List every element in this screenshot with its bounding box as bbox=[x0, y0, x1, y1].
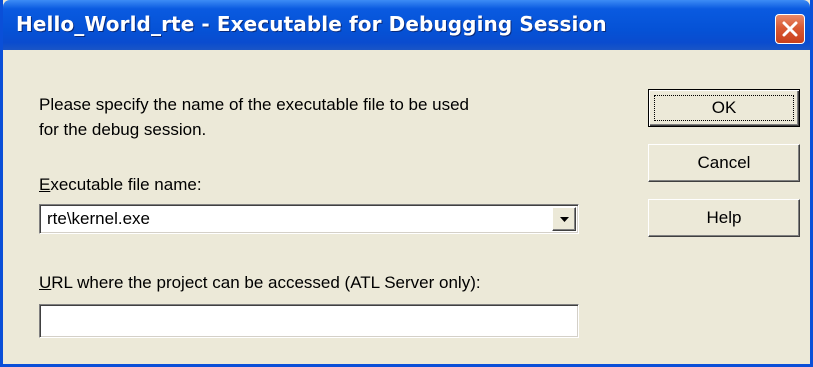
combobox-dropdown-button[interactable] bbox=[552, 207, 576, 231]
chevron-down-icon bbox=[560, 217, 569, 222]
instructions-line-2: for the debug session. bbox=[39, 120, 207, 139]
window-title: Hello_World_rte - Executable for Debuggi… bbox=[16, 12, 607, 36]
executable-label-mnemonic: E bbox=[39, 175, 51, 194]
executable-label-rest: xecutable file name: bbox=[50, 175, 202, 194]
url-label-mnemonic: U bbox=[39, 273, 52, 292]
executable-file-name-label: Executable file name: bbox=[39, 175, 202, 195]
ok-button-label: OK bbox=[711, 98, 737, 117]
executable-file-name-value: rte\kernel.exe bbox=[47, 209, 150, 228]
help-button-label: Help bbox=[706, 208, 742, 227]
url-input[interactable] bbox=[39, 304, 579, 338]
instructions-line-1: Please specify the name of the executabl… bbox=[39, 95, 469, 114]
cancel-button[interactable]: Cancel bbox=[648, 144, 800, 182]
title-bar[interactable]: Hello_World_rte - Executable for Debuggi… bbox=[3, 0, 810, 50]
cancel-button-label: Cancel bbox=[697, 153, 751, 172]
dialog-window: Hello_World_rte - Executable for Debuggi… bbox=[0, 0, 813, 367]
close-button[interactable] bbox=[775, 14, 805, 44]
url-label-rest: RL where the project can be accessed (AT… bbox=[51, 273, 481, 292]
url-label: URL where the project can be accessed (A… bbox=[39, 273, 481, 293]
help-button[interactable]: Help bbox=[648, 199, 800, 237]
dialog-body: Please specify the name of the executabl… bbox=[3, 50, 810, 364]
executable-file-name-combobox[interactable]: rte\kernel.exe bbox=[39, 204, 579, 234]
close-icon bbox=[782, 21, 798, 37]
ok-button[interactable]: OK bbox=[648, 89, 800, 127]
